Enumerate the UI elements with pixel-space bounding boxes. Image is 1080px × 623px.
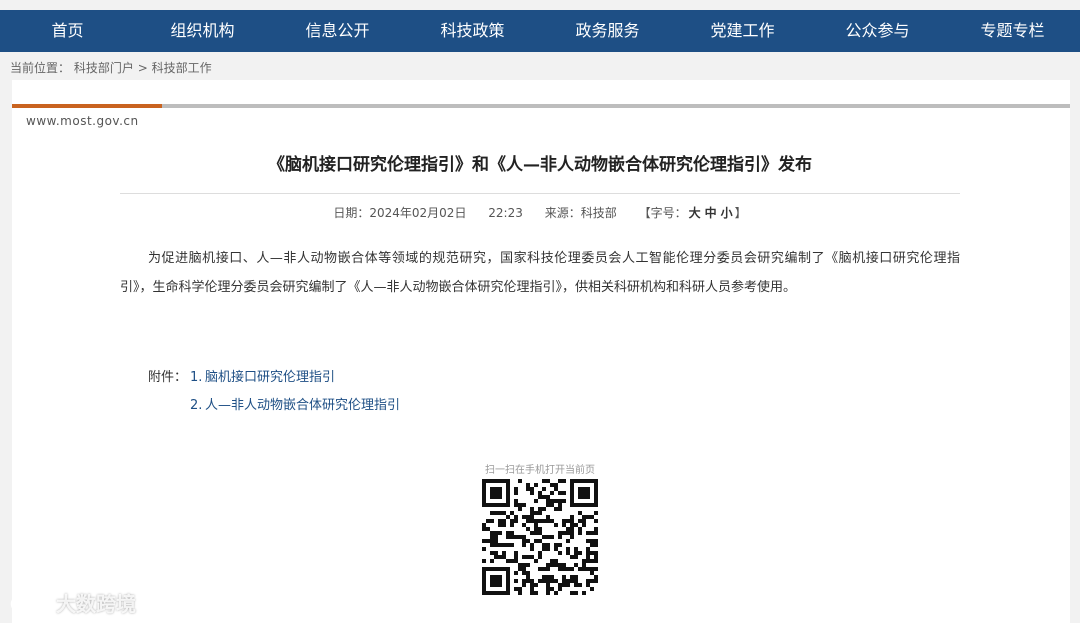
header-accent-bar: [12, 104, 162, 108]
breadcrumb-label: 当前位置：: [10, 61, 71, 75]
font-size-medium-button[interactable]: 中: [705, 206, 717, 220]
breadcrumb-work-link[interactable]: 科技部工作: [152, 61, 212, 75]
font-size-large-button[interactable]: 大: [689, 206, 701, 220]
attachment-link-bci[interactable]: 脑机接口研究伦理指引: [205, 364, 335, 392]
article-meta: 日期：2024年02月02日 22:23 来源：科技部 【字号：大中小】: [120, 204, 960, 221]
nav-item-services[interactable]: 政务服务: [540, 10, 675, 52]
qr-caption: 扫一扫在手机打开当前页: [485, 465, 595, 476]
top-navigation: 首页 组织机构 信息公开 科技政策 政务服务 党建工作 公众参与 专题专栏: [0, 10, 1080, 52]
attachments-label: 附件：: [148, 370, 188, 385]
source-label: 来源：: [544, 206, 581, 220]
date-label: 日期：: [333, 206, 370, 220]
font-size-small-button[interactable]: 小: [721, 206, 733, 220]
breadcrumb-portal-link[interactable]: 科技部门户: [74, 61, 134, 75]
attachment-number: 2.: [190, 398, 203, 413]
watermark: 大数跨境: [10, 588, 136, 617]
nav-item-party[interactable]: 党建工作: [675, 10, 810, 52]
nav-item-information[interactable]: 信息公开: [270, 10, 405, 52]
watermark-text: 大数跨境: [56, 592, 136, 616]
article-time: 22:23: [488, 206, 523, 220]
site-url: www.most.gov.cn: [26, 114, 139, 128]
breadcrumb: 当前位置： 科技部门户 > 科技部工作: [10, 59, 212, 76]
attachments: 附件： 1. 脑机接口研究伦理指引 2. 人—非人动物嵌合体研究伦理指引: [148, 364, 400, 420]
nav-item-topics[interactable]: 专题专栏: [945, 10, 1080, 52]
title-divider: [120, 193, 960, 194]
article-body: 为促进脑机接口、人—非人动物嵌合体等领域的规范研究，国家科技伦理委员会人工智能伦…: [120, 251, 960, 295]
fontsize-label: 【字号：: [638, 206, 687, 220]
fontsize-close: 】: [734, 206, 747, 220]
article-panel: www.most.gov.cn 《脑机接口研究伦理指引》和《人—非人动物嵌合体研…: [12, 80, 1070, 623]
article-source: 科技部: [580, 206, 617, 220]
attachment-link-chimera[interactable]: 人—非人动物嵌合体研究伦理指引: [205, 392, 400, 420]
article-date: 2024年02月02日: [369, 206, 467, 220]
nav-item-participation[interactable]: 公众参与: [810, 10, 945, 52]
attachment-number: 1.: [190, 370, 203, 385]
watermark-logo-icon: [10, 593, 50, 612]
nav-item-organization[interactable]: 组织机构: [135, 10, 270, 52]
breadcrumb-separator: >: [137, 61, 148, 75]
article-title: 《脑机接口研究伦理指引》和《人—非人动物嵌合体研究伦理指引》发布: [268, 155, 812, 175]
qr-code-icon: [482, 479, 598, 595]
nav-item-home[interactable]: 首页: [0, 10, 135, 52]
header-divider: [12, 104, 1070, 108]
nav-item-policy[interactable]: 科技政策: [405, 10, 540, 52]
